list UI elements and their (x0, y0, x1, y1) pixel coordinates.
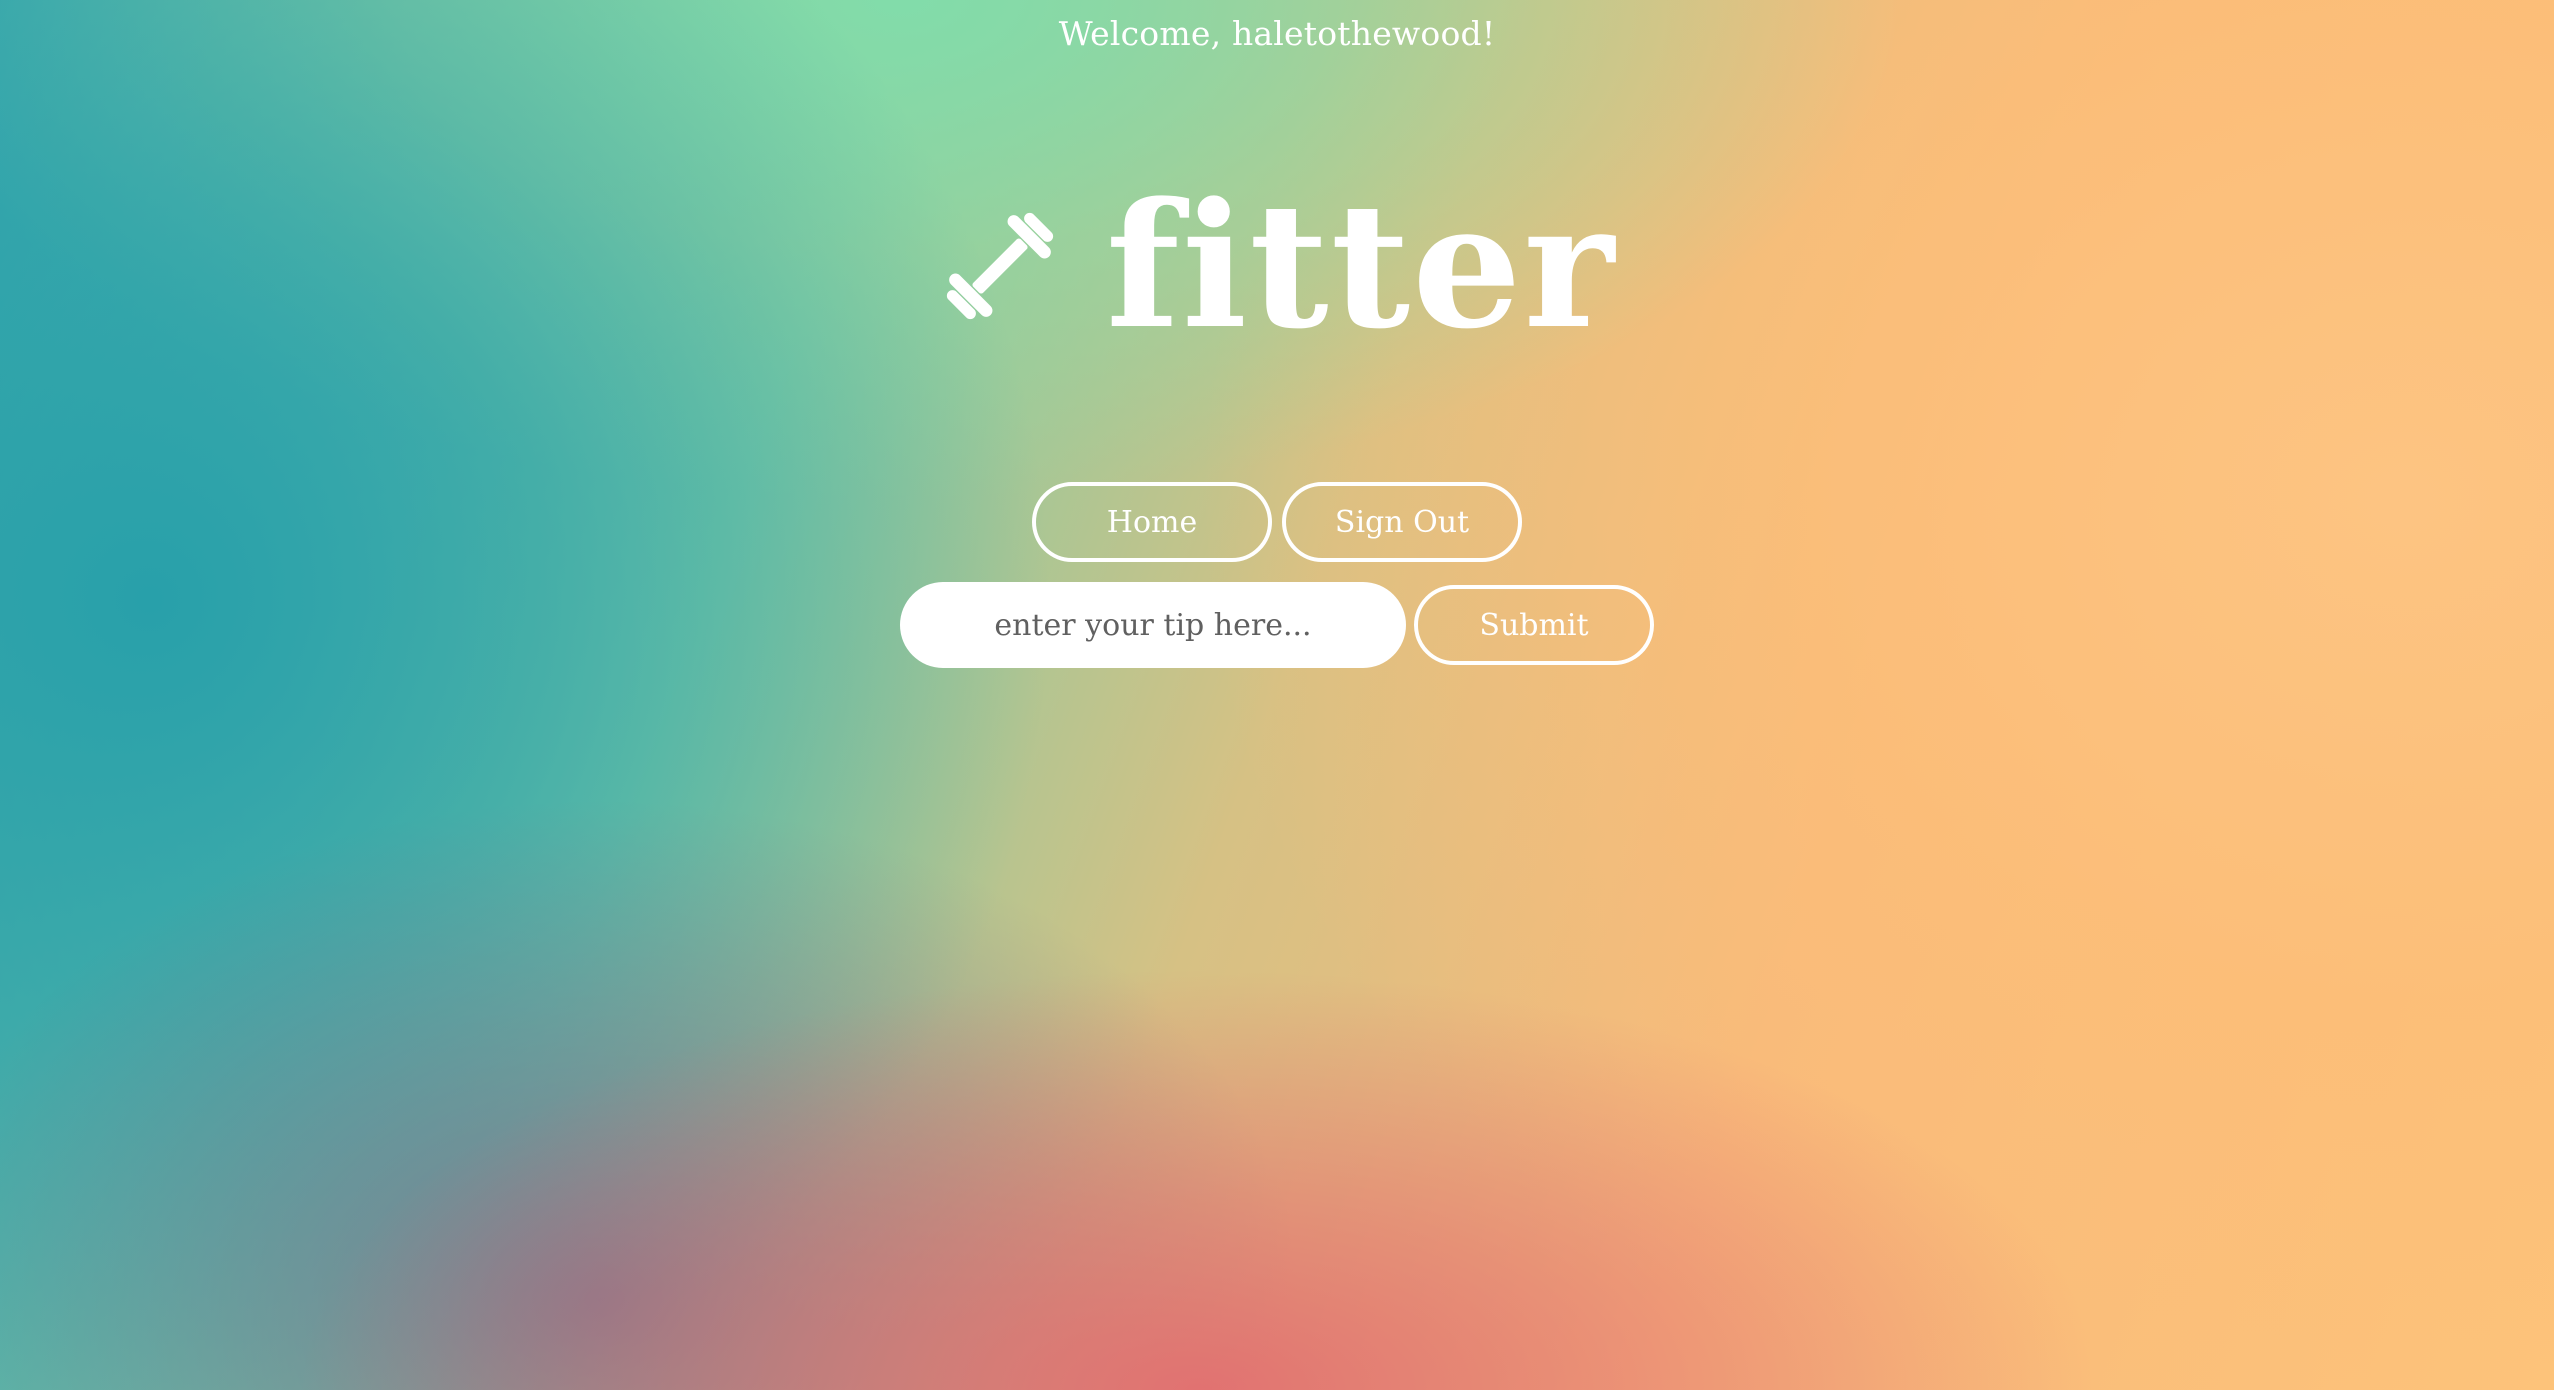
tip-input[interactable] (900, 582, 1406, 668)
submit-button[interactable]: Submit (1414, 585, 1654, 665)
logo-wordmark: fitter (1105, 164, 1617, 367)
home-button[interactable]: Home (1032, 482, 1272, 562)
logo-lockup: fitter (930, 180, 1616, 352)
main-nav: Home Sign Out (0, 482, 2554, 562)
sign-out-button[interactable]: Sign Out (1282, 482, 1522, 562)
app-logo: fitter (0, 180, 2554, 352)
welcome-message: Welcome, haletothewood! (1058, 14, 1496, 53)
tip-form: Submit (0, 582, 2554, 668)
dumbbell-icon (946, 212, 1053, 320)
